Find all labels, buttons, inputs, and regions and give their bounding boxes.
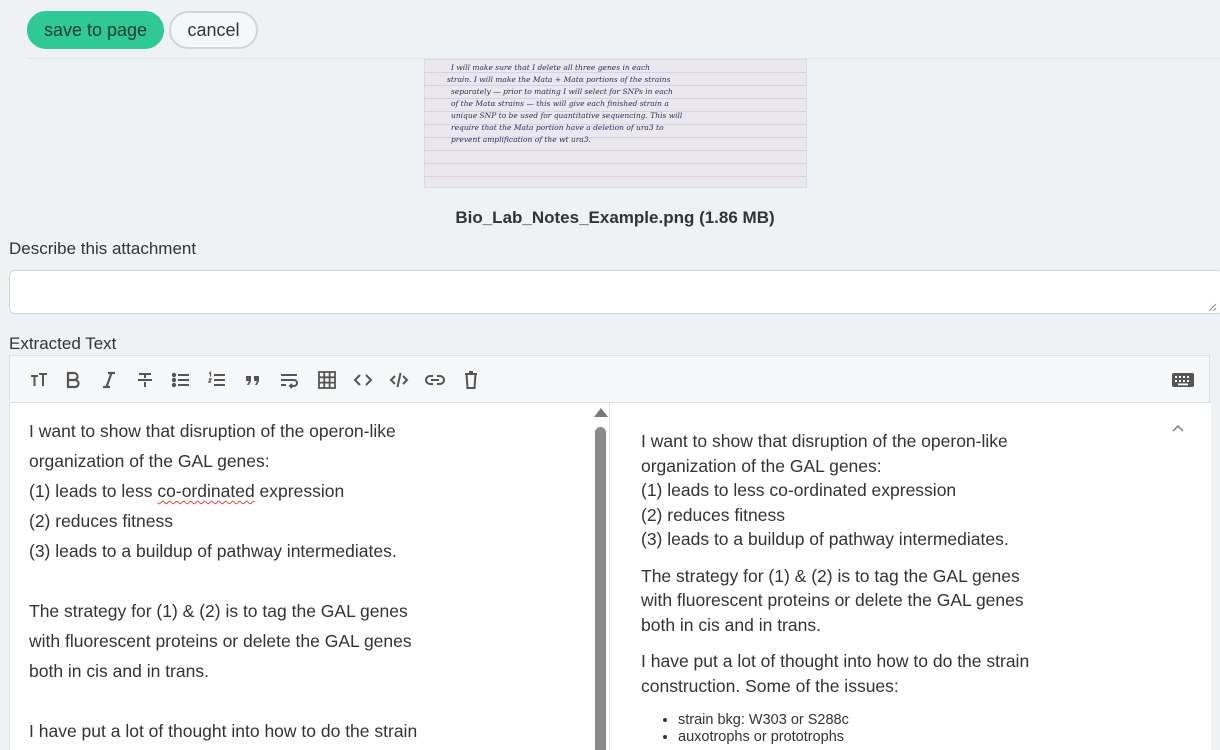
- scrollbar-thumb[interactable]: [595, 427, 606, 750]
- italic-icon[interactable]: [96, 367, 122, 393]
- bold-icon[interactable]: [60, 367, 86, 393]
- preview-paragraph: I want to show that disruption of the op…: [641, 429, 1121, 552]
- source-line: with fluorescent proteins or delete the …: [29, 631, 412, 651]
- cancel-button[interactable]: cancel: [169, 11, 258, 49]
- preview-bullet-list: strain bkg: W303 or S288c auxotrophs or …: [678, 712, 1121, 746]
- strikethrough-icon[interactable]: [132, 367, 158, 393]
- source-line: I want to show that disruption of the op…: [29, 421, 396, 441]
- preview-line: I have put a lot of thought into how to …: [641, 651, 1030, 671]
- preview-line: I want to show that disruption of the op…: [641, 431, 1008, 451]
- handwriting-line: require that the Mata portion have a del…: [451, 123, 664, 132]
- source-line: both in cis and in trans.: [29, 661, 209, 681]
- heading-icon[interactable]: [26, 367, 52, 393]
- handwriting-image: I will make sure that I delete all three…: [447, 63, 683, 144]
- scrollbar[interactable]: [593, 403, 608, 750]
- preview-line: organization of the GAL genes:: [641, 455, 882, 476]
- markdown-source-pane[interactable]: I want to show that disruption of the op…: [10, 403, 609, 750]
- resize-grip-icon[interactable]: [1207, 302, 1217, 312]
- extracted-text-label: Extracted Text: [9, 334, 117, 353]
- source-text: (1) leads to less: [29, 481, 158, 501]
- preview-line: (1) leads to less co-ordinated expressio…: [641, 480, 957, 500]
- handwriting-line: separately — prior to mating I will sele…: [451, 87, 673, 96]
- describe-attachment-input[interactable]: [9, 270, 1220, 314]
- preview-line: (2) reduces fitness: [641, 504, 785, 525]
- handwriting-line: I will make sure that I delete all three…: [450, 63, 650, 72]
- scroll-up-arrow-icon[interactable]: [594, 408, 608, 417]
- preview-paragraph: The strategy for (1) & (2) is to tag the…: [641, 564, 1121, 638]
- attachment-preview-image: I will make sure that I delete all three…: [424, 59, 807, 188]
- chevron-up-icon[interactable]: [1170, 421, 1186, 437]
- source-text: expression: [254, 481, 345, 501]
- list-item: strain bkg: W303 or S288c: [678, 712, 1121, 729]
- source-line: (2) reduces fitness: [29, 511, 173, 531]
- bullet-list-icon[interactable]: [168, 367, 194, 393]
- preview-line: with fluorescent proteins or delete the …: [641, 590, 1024, 610]
- quote-icon[interactable]: [240, 367, 266, 393]
- source-line: I have put a lot of thought into how to …: [29, 721, 418, 741]
- handwriting-line: unique SNP to be used for quantitative s…: [451, 111, 683, 120]
- preview-line: both in cis and in trans.: [641, 614, 821, 635]
- markdown-editor: I want to show that disruption of the op…: [9, 355, 1211, 750]
- table-icon[interactable]: [314, 367, 340, 393]
- code-icon[interactable]: [350, 367, 376, 393]
- attachment-filename: Bio_Lab_Notes_Example.png (1.86 MB): [455, 208, 775, 227]
- preview-line: construction. Some of the issues:: [641, 675, 899, 696]
- preview-line: The strategy for (1) & (2) is to tag the…: [641, 565, 1020, 586]
- numbered-list-icon[interactable]: [204, 367, 230, 393]
- handwriting-line: prevent amplification of the wt ura3.: [451, 135, 591, 144]
- save-to-page-button[interactable]: save to page: [27, 11, 164, 49]
- handwriting-line: strain. I will make the Mata + Matα port…: [447, 75, 671, 84]
- trash-icon[interactable]: [458, 367, 484, 393]
- describe-label: Describe this attachment: [9, 239, 197, 258]
- source-line: organization of the GAL genes:: [29, 451, 270, 471]
- preview-paragraph: I have put a lot of thought into how to …: [641, 649, 1121, 698]
- source-line: (3) leads to a buildup of pathway interm…: [29, 541, 397, 561]
- wrap-icon[interactable]: [276, 367, 302, 393]
- source-blank-line: [29, 566, 589, 596]
- list-item: auxotrophs or prototrophs: [678, 729, 1121, 746]
- link-icon[interactable]: [422, 367, 448, 393]
- misspelled-word[interactable]: co-ordinated: [157, 481, 254, 501]
- source-line: The strategy for (1) & (2) is to tag the…: [29, 601, 408, 621]
- markdown-source-text[interactable]: I want to show that disruption of the op…: [29, 416, 589, 746]
- source-line: (1) leads to less co-ordinated expressio…: [29, 476, 589, 506]
- source-blank-line: [29, 686, 589, 716]
- preview-line: (3) leads to a buildup of pathway interm…: [641, 529, 1009, 549]
- rendered-preview-text: I want to show that disruption of the op…: [641, 429, 1121, 746]
- keyboard-icon[interactable]: [1171, 369, 1195, 391]
- handwriting-line: of the Matα strains — this will give eac…: [451, 99, 669, 108]
- rendered-preview-pane: I want to show that disruption of the op…: [610, 403, 1211, 750]
- action-bar: save to page cancel: [0, 0, 1220, 60]
- code-block-icon[interactable]: [386, 367, 412, 393]
- editor-toolbar: [10, 356, 1209, 403]
